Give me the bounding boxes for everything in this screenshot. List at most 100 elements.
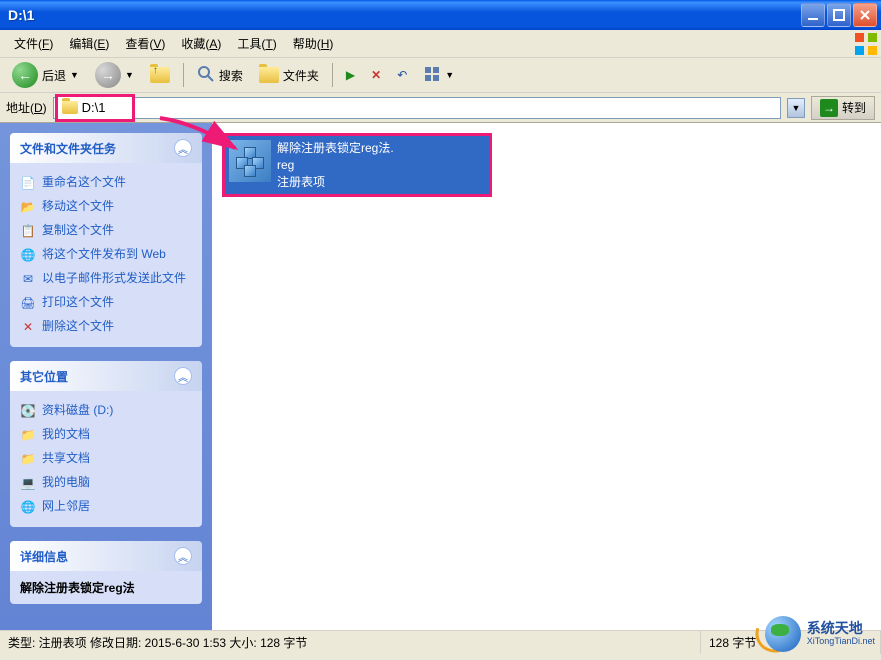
task-label: 我的文档 xyxy=(42,427,90,443)
menu-favorites[interactable]: 收藏(A) xyxy=(173,32,229,55)
stop-button[interactable]: ✕ xyxy=(365,65,387,85)
sidebar: 文件和文件夹任务 ︽ 📄 重命名这个文件 📂移动这个文件 📋 复制这个文件 🌐将这个… xyxy=(0,123,212,630)
status-bar: 类型: 注册表项 修改日期: 2015-6-30 1:53 大小: 128 字节… xyxy=(0,630,881,654)
task-move[interactable]: 📂移动这个文件 xyxy=(20,195,192,219)
menu-file-label: 文件(F) xyxy=(14,37,53,51)
menu-tools-label: 工具(T) xyxy=(237,37,276,51)
sync-button[interactable]: ▶ xyxy=(340,65,361,85)
sync-icon: ▶ xyxy=(346,68,355,82)
search-label: 搜索 xyxy=(219,67,243,84)
forward-button[interactable]: → ▼ xyxy=(89,59,140,91)
task-label: 我的电脑 xyxy=(42,475,90,491)
folder-up-icon: ↑ xyxy=(150,67,170,83)
file-type: 注册表项 xyxy=(277,174,394,191)
file-item-selected[interactable]: 解除注册表锁定reg法. reg 注册表项 xyxy=(222,133,492,197)
task-label: 复制这个文件 xyxy=(42,223,114,239)
place-my-computer[interactable]: 💻 我的电脑 xyxy=(20,471,192,495)
status-main: 类型: 注册表项 修改日期: 2015-6-30 1:53 大小: 128 字节 xyxy=(0,631,701,654)
maximize-button[interactable] xyxy=(827,3,851,27)
watermark-url: XiTongTianDi.net xyxy=(807,637,875,647)
place-shared-docs[interactable]: 📁共享文档 xyxy=(20,447,192,471)
print-icon: 🖨 xyxy=(20,295,36,311)
views-icon xyxy=(423,65,441,86)
computer-icon: 💻 xyxy=(20,475,36,491)
reg-file-icon xyxy=(229,140,271,182)
drive-icon: 💽 xyxy=(20,403,36,419)
close-button[interactable] xyxy=(853,3,877,27)
undo-button[interactable]: ↶ xyxy=(391,65,413,85)
window-title: D:\1 xyxy=(4,7,801,23)
windows-flag-icon xyxy=(855,33,877,55)
rename-icon: 📄 xyxy=(20,175,36,191)
address-dropdown-button[interactable]: ▼ xyxy=(787,98,805,118)
panel-header-file-tasks[interactable]: 文件和文件夹任务 ︽ xyxy=(10,133,202,163)
panel-details: 详细信息 ︽ 解除注册表锁定reg法 xyxy=(10,541,202,604)
search-icon xyxy=(197,65,215,86)
back-icon: ← xyxy=(12,62,38,88)
watermark-globe-icon xyxy=(765,616,801,652)
panel-header-details[interactable]: 详细信息 ︽ xyxy=(10,541,202,571)
chevron-down-icon: ▼ xyxy=(792,103,801,113)
task-label: 以电子邮件形式发送此文件 xyxy=(42,271,186,287)
panel-file-tasks: 文件和文件夹任务 ︽ 📄 重命名这个文件 📂移动这个文件 📋 复制这个文件 🌐将这个… xyxy=(10,133,202,347)
panel-title: 其它位置 xyxy=(20,368,68,385)
search-button[interactable]: 搜索 xyxy=(191,62,249,89)
main-area: 文件和文件夹任务 ︽ 📄 重命名这个文件 📂移动这个文件 📋 复制这个文件 🌐将这个… xyxy=(0,123,881,630)
task-label: 共享文档 xyxy=(42,451,90,467)
back-label: 后退 xyxy=(42,67,66,84)
panel-body: 💽 资料磁盘 (D:) 📁我的文档 📁共享文档 💻 我的电脑 🌐网上邻居 xyxy=(10,391,202,527)
menu-help-label: 帮助(H) xyxy=(293,37,334,51)
task-label: 删除这个文件 xyxy=(42,319,114,335)
address-field[interactable]: D:\1 xyxy=(53,97,781,119)
title-bar: D:\1 xyxy=(0,0,881,30)
task-rename[interactable]: 📄 重命名这个文件 xyxy=(20,171,192,195)
task-email[interactable]: ✉ 以电子邮件形式发送此文件 xyxy=(20,267,192,291)
content-area[interactable]: 解除注册表锁定reg法. reg 注册表项 xyxy=(212,123,881,630)
menu-view[interactable]: 查看(V) xyxy=(117,32,173,55)
folder-icon xyxy=(62,101,78,114)
task-label: 网上邻居 xyxy=(42,499,90,515)
menu-view-label: 查看(V) xyxy=(125,37,165,51)
task-copy[interactable]: 📋 复制这个文件 xyxy=(20,219,192,243)
task-delete[interactable]: ✕删除这个文件 xyxy=(20,315,192,339)
forward-icon: → xyxy=(95,62,121,88)
collapse-icon: ︽ xyxy=(174,547,192,565)
email-icon: ✉ xyxy=(20,271,36,287)
copy-icon: 📋 xyxy=(20,223,36,239)
chevron-down-icon: ▼ xyxy=(445,70,454,80)
panel-header-other-places[interactable]: 其它位置 ︽ xyxy=(10,361,202,391)
toolbar-separator xyxy=(332,63,333,87)
task-web-publish[interactable]: 🌐将这个文件发布到 Web xyxy=(20,243,192,267)
menu-file[interactable]: 文件(F) xyxy=(6,32,61,55)
toolbar: ← 后退 ▼ → ▼ ↑ 搜索 文件夹 ▶ ✕ ↶ ▼ xyxy=(0,58,881,93)
minimize-button[interactable] xyxy=(801,3,825,27)
place-network[interactable]: 🌐网上邻居 xyxy=(20,495,192,519)
task-label: 重命名这个文件 xyxy=(42,175,126,191)
collapse-icon: ︽ xyxy=(174,139,192,157)
chevron-down-icon: ▼ xyxy=(125,70,134,80)
address-value: D:\1 xyxy=(82,100,106,115)
task-label: 资料磁盘 (D:) xyxy=(42,403,113,419)
go-button[interactable]: → 转到 xyxy=(811,96,875,120)
task-print[interactable]: 🖨打印这个文件 xyxy=(20,291,192,315)
up-button[interactable]: ↑ xyxy=(144,64,176,86)
place-drive-d[interactable]: 💽 资料磁盘 (D:) xyxy=(20,399,192,423)
task-label: 移动这个文件 xyxy=(42,199,114,215)
panel-title: 详细信息 xyxy=(20,548,68,565)
folders-icon xyxy=(259,67,279,83)
folders-button[interactable]: 文件夹 xyxy=(253,64,325,87)
menu-tools[interactable]: 工具(T) xyxy=(229,32,284,55)
file-name-line2: reg xyxy=(277,157,394,174)
address-highlight-annotation: D:\1 xyxy=(55,94,135,122)
menu-favorites-label: 收藏(A) xyxy=(181,37,221,51)
folders-label: 文件夹 xyxy=(283,67,319,84)
menu-bar: 文件(F) 编辑(E) 查看(V) 收藏(A) 工具(T) 帮助(H) xyxy=(0,30,881,58)
panel-body: 解除注册表锁定reg法 xyxy=(10,571,202,604)
back-button[interactable]: ← 后退 ▼ xyxy=(6,59,85,91)
menu-help[interactable]: 帮助(H) xyxy=(285,32,342,55)
file-name-line1: 解除注册表锁定reg法. xyxy=(277,140,394,157)
panel-body: 📄 重命名这个文件 📂移动这个文件 📋 复制这个文件 🌐将这个文件发布到 Web ✉… xyxy=(10,163,202,347)
menu-edit[interactable]: 编辑(E) xyxy=(61,32,117,55)
place-my-documents[interactable]: 📁我的文档 xyxy=(20,423,192,447)
views-button[interactable]: ▼ xyxy=(417,62,460,89)
